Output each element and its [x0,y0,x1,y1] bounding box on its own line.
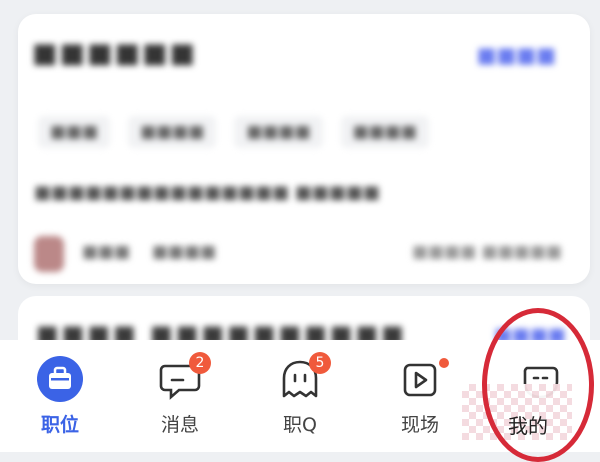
tab-label: 职位 [40,414,79,436]
tab-label: 消息 [160,414,199,436]
recruiter-avatar [34,236,64,272]
recruiter-name: ■■■ [82,242,131,262]
zhiq-badge: 5 [309,352,331,374]
message-icon: 2 [157,352,211,402]
play-icon [397,356,449,402]
job-tag: ■■■■ [128,116,217,148]
company-name: ■■■■■■■■■■■■■■■ ■■■■■ [34,182,380,203]
job-tag: ■■■■ [340,116,429,148]
job-tag: ■■■ [38,116,111,148]
recruiter-row: ■■■ ■■■■ ■■■■ ■■■■■ [34,236,574,272]
tab-jobs[interactable]: 职位 [10,356,110,446]
annotation-circle [482,308,594,462]
tab-label: 现场 [400,414,439,436]
job-location: ■■■■ ■■■■■ [412,242,562,262]
job-tags: ■■■ ■■■■ ■■■■ ■■■■ [38,116,429,148]
app-screen: ■■■■■■ ■■■■ ■■■ ■■■■ ■■■■ ■■■■ ■■■■■■■■■… [0,0,600,462]
tab-zhiq[interactable]: 5 职Q [250,352,350,446]
message-badge: 2 [189,352,211,374]
tab-messages[interactable]: 2 消息 [130,352,230,446]
tab-live[interactable]: 现场 [370,356,470,446]
job-tag: ■■■■ [234,116,323,148]
job-card[interactable]: ■■■■■■ ■■■■ ■■■ ■■■■ ■■■■ ■■■■ ■■■■■■■■■… [18,14,590,284]
chat-bubble-icon: 5 [277,352,331,402]
briefcase-icon [37,356,83,402]
recruiter-role: ■■■■ [152,242,217,262]
job-title: ■■■■■■ [32,38,198,69]
job-salary: ■■■■ [476,43,556,67]
tab-label: 职Q [283,414,317,436]
live-dot [439,358,449,368]
